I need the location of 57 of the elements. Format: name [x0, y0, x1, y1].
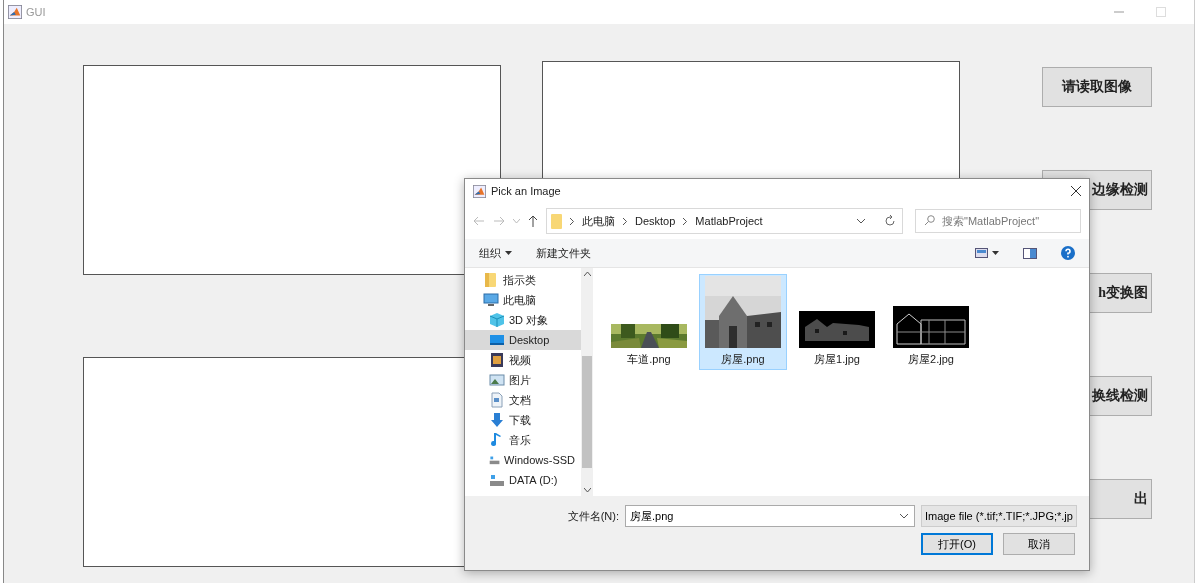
nav-item[interactable]: 视频 — [465, 350, 581, 370]
app-icon — [8, 5, 22, 19]
refresh-icon[interactable] — [884, 215, 896, 227]
toolbar-button[interactable]: 组织 — [479, 245, 512, 261]
toolbar-button[interactable]: 新建文件夹 — [536, 245, 591, 261]
chevron-right-icon — [683, 217, 688, 225]
address-bar[interactable]: 此电脑 Desktop MatlabProject — [546, 208, 903, 234]
nav-item[interactable]: 指示类 — [465, 270, 581, 290]
nav-item[interactable]: 3D 对象 — [465, 310, 581, 330]
document-icon — [489, 392, 505, 408]
nav-item[interactable]: 图片 — [465, 370, 581, 390]
film-icon — [489, 352, 505, 368]
desktop-icon — [489, 332, 505, 348]
chevron-right-icon — [623, 217, 627, 225]
breadcrumb-item[interactable]: Desktop — [635, 215, 676, 227]
file-item[interactable]: 房屋2.jpg — [887, 274, 975, 370]
close-icon[interactable] — [1071, 186, 1081, 196]
filename-field[interactable]: 房屋.png — [625, 505, 915, 527]
chevron-up-icon[interactable] — [583, 272, 591, 276]
drive-icon — [489, 472, 505, 488]
nav-item[interactable]: 下载 — [465, 410, 581, 430]
chevron-down-icon[interactable] — [899, 513, 909, 519]
dialog-title: Pick an Image — [491, 185, 562, 197]
chevron-right-icon — [570, 217, 574, 225]
action-button[interactable]: 请读取图像 — [1042, 67, 1152, 107]
search-field[interactable]: 搜索"MatlabProject" — [915, 209, 1081, 233]
file-item[interactable]: 车道.png — [605, 274, 693, 370]
file-item[interactable]: 房屋.png — [699, 274, 787, 370]
folder-icon — [483, 272, 499, 288]
breadcrumb-item[interactable]: 此电脑 — [582, 213, 615, 229]
filename-label: 文件名(N): — [567, 508, 619, 524]
up-arrow-icon[interactable] — [528, 215, 538, 227]
scrollbar[interactable] — [581, 268, 593, 496]
nav-item[interactable]: Desktop — [465, 330, 581, 350]
file-item[interactable]: 房屋1.jpg — [793, 274, 881, 370]
nav-item[interactable]: 此电脑 — [465, 290, 581, 310]
file-type-dropdown[interactable]: Image file (*.tif;*.TIF;*.JPG;*.jp — [921, 505, 1077, 527]
search-icon — [924, 215, 935, 226]
computer-icon — [483, 292, 499, 308]
dialog-button[interactable]: 取消 — [1003, 533, 1075, 555]
chevron-down-icon[interactable] — [583, 488, 591, 492]
preview-pane-icon[interactable] — [1023, 247, 1037, 259]
cube-icon — [489, 312, 505, 328]
chevron-down-icon[interactable] — [856, 218, 866, 224]
app-icon — [473, 184, 486, 198]
nav-item[interactable]: 文档 — [465, 390, 581, 410]
image-icon — [489, 372, 505, 388]
window-title: GUI — [26, 6, 47, 18]
nav-item[interactable]: DATA (D:) — [465, 470, 581, 490]
folder-icon — [551, 213, 562, 229]
dialog-button[interactable]: 打开(O) — [921, 533, 993, 555]
nav-item[interactable]: Windows-SSD — [465, 450, 581, 470]
help-icon[interactable] — [1061, 246, 1075, 260]
down-arrow-icon — [489, 412, 505, 428]
breadcrumb-item[interactable]: MatlabProject — [695, 215, 763, 227]
view-icon[interactable] — [975, 247, 999, 259]
nav-item[interactable]: 音乐 — [465, 430, 581, 450]
